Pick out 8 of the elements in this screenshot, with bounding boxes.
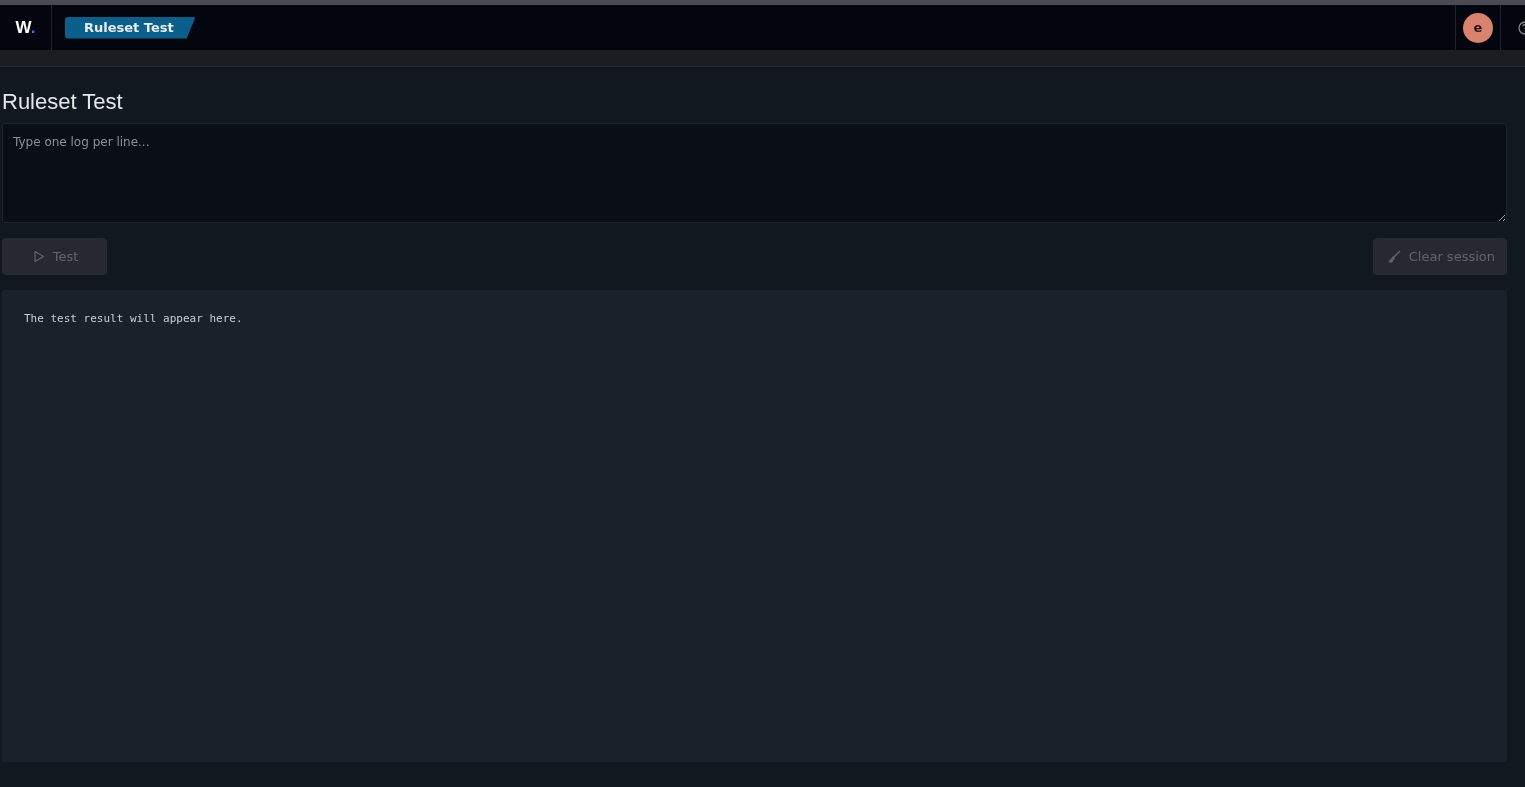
broom-icon xyxy=(1386,249,1401,264)
logo[interactable]: W. xyxy=(15,17,36,38)
user-avatar[interactable]: e xyxy=(1463,12,1493,43)
page-title: Ruleset Test xyxy=(2,89,124,115)
log-input-field[interactable]: Type one log per line... xyxy=(2,123,1507,223)
play-icon xyxy=(32,250,45,263)
result-text: The test result will appear here. xyxy=(24,312,244,325)
breadcrumb-tab[interactable]: Ruleset Test xyxy=(65,16,196,39)
